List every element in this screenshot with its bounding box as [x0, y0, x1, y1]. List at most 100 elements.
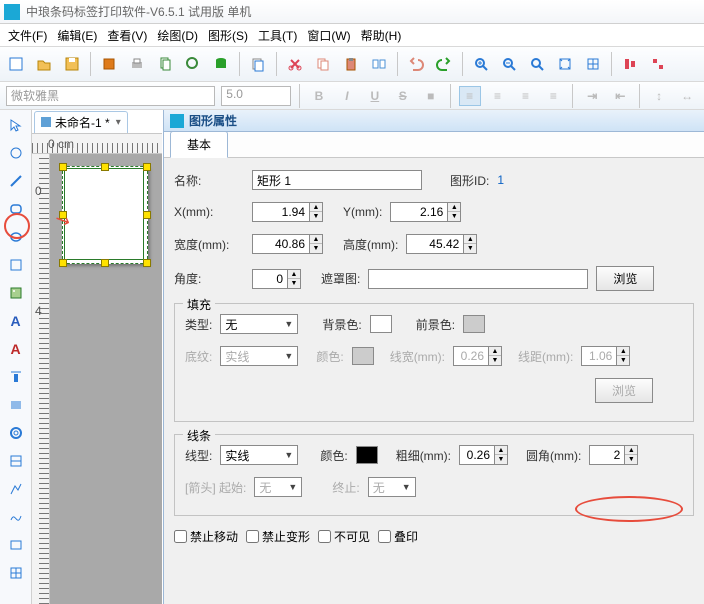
spin-down[interactable]: ▼ [310, 212, 322, 221]
spin-down[interactable]: ▼ [288, 279, 300, 288]
print-icon[interactable] [125, 52, 149, 76]
indent-left-icon[interactable]: ⇤ [609, 86, 631, 106]
italic-icon[interactable]: I [336, 86, 358, 106]
polygon-tool-icon[interactable] [5, 254, 27, 276]
save-icon[interactable] [60, 52, 84, 76]
bg-swatch[interactable] [370, 315, 392, 333]
menu-shape[interactable]: 图形(S) [204, 25, 252, 46]
spin-down[interactable]: ▼ [464, 244, 476, 253]
height-field[interactable] [406, 234, 464, 254]
underline-icon[interactable]: U [364, 86, 386, 106]
doc-tab[interactable]: 未命名-1 * ▾ [34, 111, 128, 133]
db-icon[interactable] [209, 52, 233, 76]
hidden-checkbox[interactable]: 不可见 [318, 528, 370, 545]
justify-icon[interactable]: ≡ [542, 86, 564, 106]
angle-field[interactable] [252, 269, 288, 289]
noresize-checkbox[interactable]: 禁止变形 [246, 528, 310, 545]
canvas[interactable] [50, 154, 162, 604]
menu-edit[interactable]: 编辑(E) [53, 25, 101, 46]
align-right-icon[interactable]: ≡ [515, 86, 537, 106]
menu-file[interactable]: 文件(F) [4, 25, 51, 46]
fg-swatch[interactable] [463, 315, 485, 333]
spin-up[interactable]: ▲ [464, 235, 476, 244]
mask-field[interactable] [368, 269, 588, 289]
browse-button[interactable]: 浏览 [596, 266, 654, 291]
zoom-in-icon[interactable] [469, 52, 493, 76]
pages-icon[interactable] [153, 52, 177, 76]
fit-icon[interactable] [553, 52, 577, 76]
copy-icon[interactable] [246, 52, 270, 76]
thick-field[interactable] [459, 445, 495, 465]
text-tool-icon[interactable]: A [5, 310, 27, 332]
menu-tool[interactable]: 工具(T) [254, 25, 301, 46]
menu-draw[interactable]: 绘图(D) [153, 25, 202, 46]
rect-tool-icon[interactable] [5, 534, 27, 556]
clone-icon[interactable] [367, 52, 391, 76]
spin-up[interactable]: ▲ [288, 270, 300, 279]
line-height-icon[interactable]: ↕ [648, 86, 670, 106]
spacing-icon[interactable]: ⇥ [581, 86, 603, 106]
cut-icon[interactable] [283, 52, 307, 76]
spin-down[interactable]: ▼ [495, 455, 507, 464]
overprint-checkbox[interactable]: 叠印 [378, 528, 418, 545]
lock-checkbox[interactable]: 禁止移动 [174, 528, 238, 545]
hand-tool-icon[interactable] [5, 142, 27, 164]
spin-up[interactable]: ▲ [448, 203, 460, 212]
spin-down[interactable]: ▼ [625, 455, 637, 464]
spin-up[interactable]: ▲ [310, 203, 322, 212]
font-name-combo[interactable]: 微软雅黑 [6, 86, 215, 106]
font-size-combo[interactable]: 5.0 [221, 86, 291, 106]
new-icon[interactable] [4, 52, 28, 76]
rich-text-tool-icon[interactable]: A [5, 338, 27, 360]
ellipse-tool-icon[interactable] [5, 226, 27, 248]
spin-down[interactable]: ▼ [310, 244, 322, 253]
rounded-rect-tool-icon[interactable] [5, 198, 27, 220]
spin-down[interactable]: ▼ [448, 212, 460, 221]
align-top-tool-icon[interactable] [5, 366, 27, 388]
preview-icon[interactable] [181, 52, 205, 76]
zoom-100-icon[interactable] [525, 52, 549, 76]
polyline-tool-icon[interactable] [5, 478, 27, 500]
align-icon[interactable] [618, 52, 642, 76]
fill-type-combo[interactable]: 无▼ [220, 314, 298, 334]
x-field[interactable] [252, 202, 310, 222]
qrcode-tool-icon[interactable] [5, 422, 27, 444]
redo-icon[interactable] [432, 52, 456, 76]
round-field[interactable] [589, 445, 625, 465]
curve-tool-icon[interactable] [5, 506, 27, 528]
select-tool-icon[interactable] [5, 114, 27, 136]
menu-view[interactable]: 查看(V) [103, 25, 151, 46]
distribute-icon[interactable] [646, 52, 670, 76]
dropdown-icon[interactable]: ▾ [116, 117, 121, 128]
spin-up[interactable]: ▲ [625, 446, 637, 455]
duplicate-icon[interactable] [311, 52, 335, 76]
selected-rectangle[interactable] [64, 168, 144, 260]
line-tool-icon[interactable] [5, 170, 27, 192]
bold-icon[interactable]: B [308, 86, 330, 106]
zoom-out-icon[interactable] [497, 52, 521, 76]
menu-help[interactable]: 帮助(H) [357, 25, 406, 46]
linetype-combo[interactable]: 实线▼ [220, 445, 298, 465]
open-icon[interactable] [32, 52, 56, 76]
settings-icon[interactable] [97, 52, 121, 76]
grid-icon[interactable] [581, 52, 605, 76]
strike-icon[interactable]: S [392, 86, 414, 106]
char-spacing-icon[interactable]: ↔ [676, 86, 698, 106]
font-color-icon[interactable]: ■ [420, 86, 442, 106]
paste-icon[interactable] [339, 52, 363, 76]
y-field[interactable] [390, 202, 448, 222]
image-tool-icon[interactable] [5, 282, 27, 304]
width-field[interactable] [252, 234, 310, 254]
barcode-tool-icon[interactable] [5, 394, 27, 416]
grid-tool-icon[interactable] [5, 562, 27, 584]
align-center-icon[interactable]: ≡ [487, 86, 509, 106]
align-left-icon[interactable]: ≡ [459, 86, 481, 106]
spin-up[interactable]: ▲ [310, 235, 322, 244]
tab-basic[interactable]: 基本 [170, 131, 228, 158]
linecolor-swatch[interactable] [356, 446, 378, 464]
menu-window[interactable]: 窗口(W) [303, 25, 354, 46]
shape-id[interactable]: 1 [497, 173, 504, 187]
name-field[interactable] [252, 170, 422, 190]
spin-up[interactable]: ▲ [495, 446, 507, 455]
table-tool-icon[interactable] [5, 450, 27, 472]
